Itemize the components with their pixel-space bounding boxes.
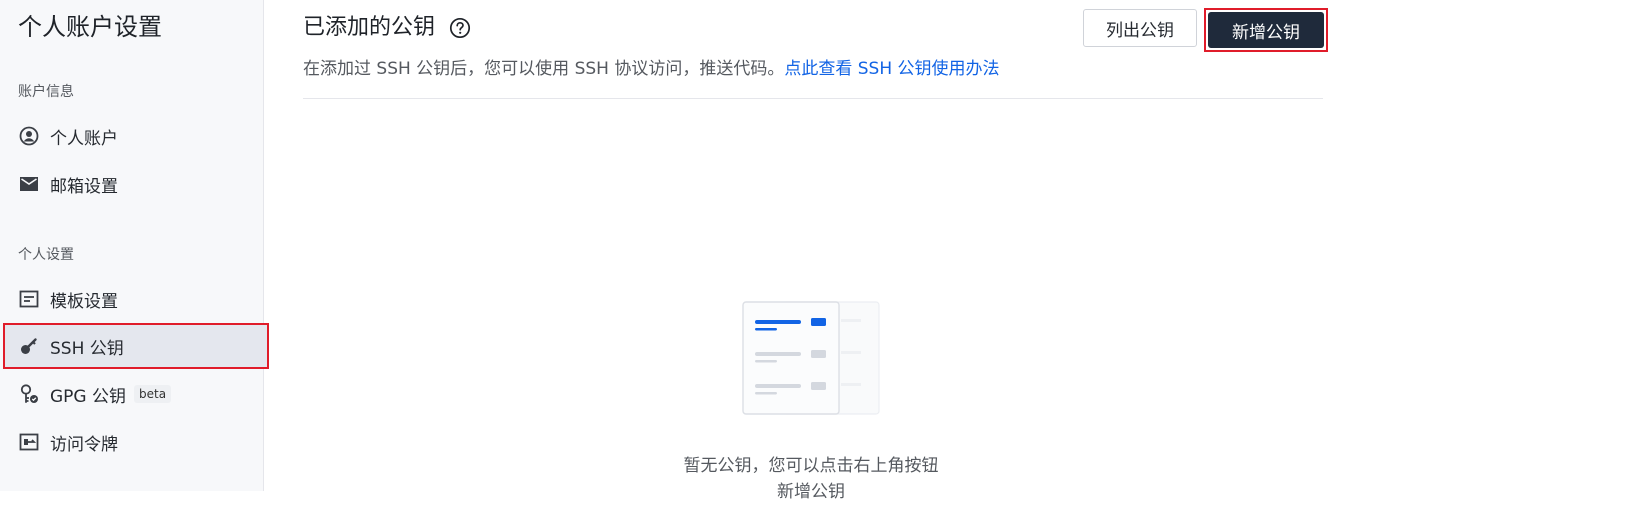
gpg-key-icon (18, 383, 40, 405)
empty-state-line1: 暂无公钥，您可以点击右上角按钮 (683, 456, 939, 476)
sidebar-item-gpg-keys[interactable]: GPG 公钥 beta (4, 372, 268, 416)
empty-state-line2: 新增公钥 (777, 482, 845, 502)
template-icon (18, 288, 40, 310)
sidebar-item-label: 访问令牌 (50, 434, 118, 455)
sidebar-item-label: 个人账户 (50, 128, 118, 149)
group-label-account-info: 账户信息 (18, 84, 74, 100)
description-text: 在添加过 SSH 公钥后，您可以使用 SSH 协议访问，推送代码。 (303, 59, 785, 79)
sidebar-item-label: 邮箱设置 (50, 176, 118, 197)
question-circle-icon[interactable] (449, 17, 471, 39)
sidebar-item-template-settings[interactable]: 模板设置 (4, 277, 268, 321)
sidebar-item-label: 模板设置 (50, 291, 118, 312)
empty-state-text: 暂无公钥，您可以点击右上角按钮 新增公钥 (663, 453, 959, 505)
sidebar-item-ssh-keys[interactable]: SSH 公钥 (3, 323, 269, 369)
page-title-text: 已添加的公钥 (303, 15, 436, 40)
list-keys-button[interactable]: 列出公钥 (1083, 9, 1197, 47)
empty-state-illustration (741, 300, 881, 418)
ssh-help-link[interactable]: 点此查看 SSH 公钥使用办法 (784, 59, 999, 79)
sidebar-item-personal-account[interactable]: 个人账户 (4, 114, 268, 158)
beta-badge: beta (134, 385, 172, 403)
add-key-button[interactable]: 新增公钥 (1208, 12, 1324, 48)
token-icon (18, 431, 40, 453)
sidebar-item-label: GPG 公钥 (50, 386, 127, 407)
sidebar: 个人账户设置 账户信息 个人账户 邮箱设置 个人设置 模板设置 SSH 公钥 G… (0, 0, 269, 491)
divider (303, 98, 1323, 99)
add-key-button-highlight: 新增公钥 (1204, 8, 1328, 52)
user-circle-icon (18, 125, 40, 147)
sidebar-item-access-tokens[interactable]: 访问令牌 (4, 420, 268, 464)
page-title: 已添加的公钥 (303, 13, 471, 43)
main-content: 已添加的公钥 在添加过 SSH 公钥后，您可以使用 SSH 协议访问，推送代码。… (303, 0, 1328, 502)
sidebar-item-email-settings[interactable]: 邮箱设置 (4, 162, 268, 206)
mail-icon (18, 173, 40, 195)
page-description: 在添加过 SSH 公钥后，您可以使用 SSH 协议访问，推送代码。点此查看 SS… (303, 54, 1000, 79)
key-icon (18, 335, 40, 357)
sidebar-title: 个人账户设置 (18, 13, 162, 41)
sidebar-item-label: SSH 公钥 (50, 338, 124, 359)
group-label-personal-settings: 个人设置 (18, 247, 74, 263)
